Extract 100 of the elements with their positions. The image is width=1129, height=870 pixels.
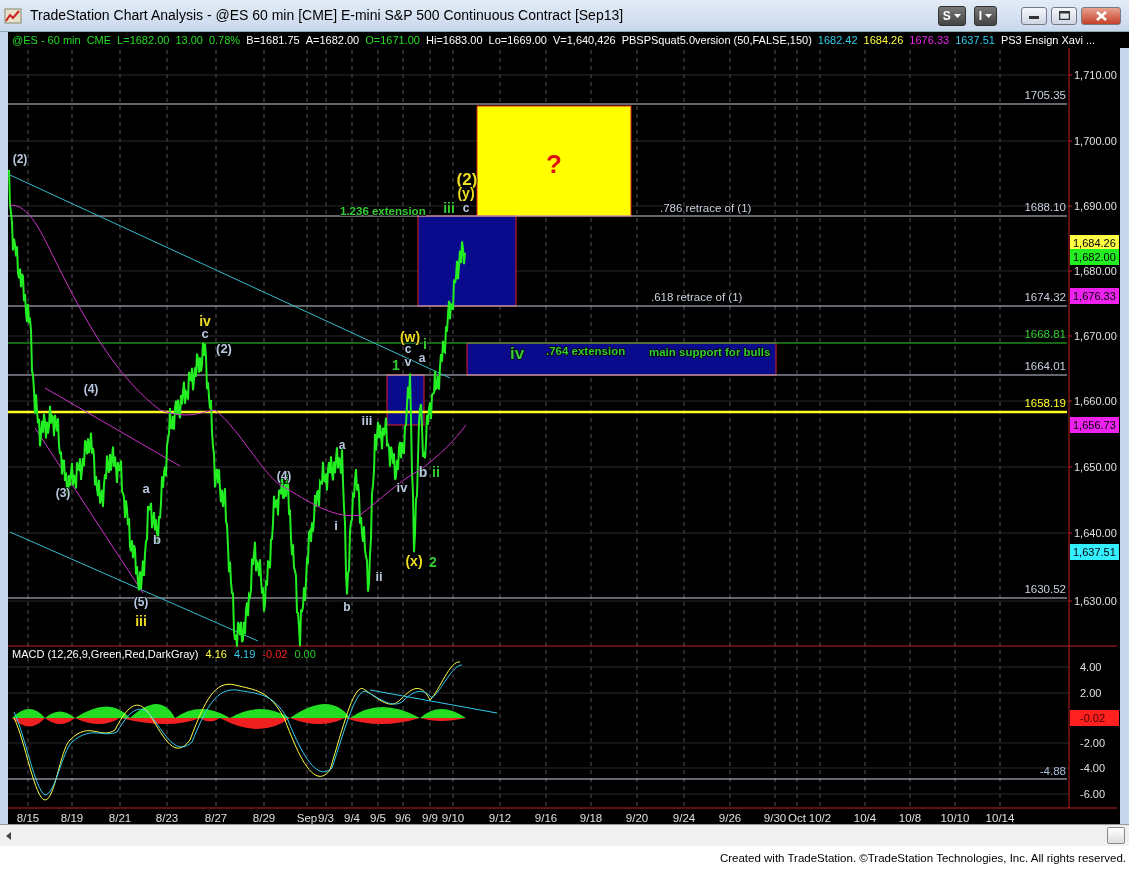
minimize-button[interactable] bbox=[1021, 6, 1047, 25]
date-axis-label: 9/10 bbox=[441, 812, 465, 824]
close-button[interactable] bbox=[1081, 6, 1121, 25]
legend-value: O=1671.00 bbox=[365, 33, 420, 48]
date-axis-label: 9/9 bbox=[422, 812, 438, 824]
macd-tag bbox=[1070, 710, 1119, 726]
wave-label: c bbox=[201, 326, 209, 341]
legend-value: @ES - 60 min bbox=[12, 33, 81, 48]
price-tag-label: 1,682.00 bbox=[1073, 251, 1116, 263]
price-axis-label: 1,630.00 bbox=[1074, 595, 1117, 607]
date-axis-label: 9/5 bbox=[370, 812, 386, 824]
date-axis-label: 9/3 bbox=[318, 812, 334, 824]
date-axis-label: 8/27 bbox=[204, 812, 228, 824]
legend-value: PBSPSquat5.0version (50,FALSE,150) bbox=[621, 33, 812, 48]
wave-label: a bbox=[142, 481, 150, 496]
wave-label: 2 bbox=[429, 554, 437, 570]
wave-label: iii bbox=[443, 200, 455, 216]
date-axis-label: 9/26 bbox=[718, 812, 742, 824]
wave-label: (5) bbox=[133, 595, 149, 609]
macd-tag-label: -0.02 bbox=[1080, 712, 1106, 724]
indicator-value: 0.00 bbox=[294, 648, 316, 660]
date-axis-label: 10/4 bbox=[853, 812, 877, 824]
legend-value: B=1681.75 bbox=[246, 33, 300, 48]
wave-label: c bbox=[462, 201, 470, 215]
close-icon bbox=[1095, 10, 1107, 21]
price-level-label: 1630.52 bbox=[1024, 583, 1066, 595]
price-axis-label: 1,710.00 bbox=[1074, 69, 1117, 81]
price-level-label: 1658.19 bbox=[1024, 397, 1066, 409]
horizontal-scrollbar[interactable] bbox=[0, 824, 1129, 846]
wave-label: iv bbox=[509, 344, 525, 363]
wave-label: (2) bbox=[216, 341, 232, 356]
date-axis-label: Oct bbox=[788, 812, 806, 824]
indicator-value: -0.02 bbox=[262, 648, 288, 660]
date-axis-label: 8/29 bbox=[252, 812, 276, 824]
menu-dropdown-button[interactable]: I bbox=[973, 5, 997, 26]
price-axis-label: 1,700.00 bbox=[1074, 135, 1117, 147]
caret-icon bbox=[953, 13, 961, 18]
wave-label: b bbox=[153, 532, 161, 547]
maximize-button[interactable] bbox=[1051, 6, 1077, 25]
date-axis-label: 9/6 bbox=[395, 812, 411, 824]
wave-label: iii bbox=[361, 413, 373, 428]
date-axis-label: 9/16 bbox=[534, 812, 558, 824]
wave-label: a bbox=[338, 438, 346, 452]
date-axis-label: 10/8 bbox=[898, 812, 922, 824]
legend-value: A=1682.00 bbox=[305, 33, 360, 48]
legend-value: V=1,640,426 bbox=[552, 33, 616, 48]
legend-value: 1676.33 bbox=[909, 33, 950, 48]
date-axis-label: 9/12 bbox=[488, 812, 512, 824]
price-tag-label: 1,676.33 bbox=[1073, 290, 1116, 302]
macd-axis-label: 2.00 bbox=[1080, 687, 1102, 699]
macd-level-label: -4.88 bbox=[1039, 765, 1066, 777]
price-tag-label: 1,637.51 bbox=[1073, 546, 1116, 558]
price-level-label: 1668.81 bbox=[1024, 328, 1066, 340]
wave-label: a bbox=[418, 351, 426, 365]
legend-value: 13.00 bbox=[175, 33, 203, 48]
price-axis-label: 1,660.00 bbox=[1074, 395, 1117, 407]
indicator-value: 4.19 bbox=[233, 648, 256, 660]
date-axis-label: 10/14 bbox=[985, 812, 1015, 824]
price-level-label: 1674.32 bbox=[1024, 291, 1066, 303]
date-axis-label: 8/21 bbox=[108, 812, 132, 824]
date-axis-label: 10/2 bbox=[808, 812, 832, 824]
price-axis-label: 1,680.00 bbox=[1074, 265, 1117, 277]
date-axis-label: Sep bbox=[296, 812, 318, 824]
legend-value: Hi=1683.00 bbox=[425, 33, 483, 48]
chart-note: .786 retrace of (1) bbox=[660, 202, 752, 214]
date-axis-label: 10/10 bbox=[940, 812, 970, 824]
macd-axis-label: 4.00 bbox=[1080, 661, 1102, 673]
price-axis-label: 1,670.00 bbox=[1074, 330, 1117, 342]
indicator-value: MACD (12,26,9,Green,Red,DarkGray) bbox=[12, 648, 199, 660]
price-axis-label: 1,650.00 bbox=[1074, 461, 1117, 473]
date-axis-label: 9/4 bbox=[344, 812, 360, 824]
date-axis-label: 8/15 bbox=[16, 812, 40, 824]
maximize-icon bbox=[1058, 11, 1070, 20]
chart-note: main support for bulls bbox=[649, 346, 771, 358]
macd-axis-label: -6.00 bbox=[1080, 788, 1106, 800]
wave-label: 1 bbox=[392, 357, 400, 373]
date-axis-label: 9/24 bbox=[672, 812, 696, 824]
copyright-footer: Created with TradeStation. ©TradeStation Technologies, Inc. All rights reserved. bbox=[0, 846, 1129, 870]
wave-label: b bbox=[418, 464, 428, 480]
legend-value: 0.78% bbox=[208, 33, 241, 48]
wave-label: (3) bbox=[55, 486, 71, 500]
wave-label: b bbox=[343, 600, 351, 614]
date-axis-label: 9/18 bbox=[579, 812, 603, 824]
question-mark: ? bbox=[546, 149, 562, 179]
wave-label: i bbox=[334, 518, 338, 533]
left-arrow-icon[interactable] bbox=[4, 830, 14, 841]
price-level-label: 1688.10 bbox=[1024, 201, 1066, 213]
wave-label: (4) bbox=[276, 469, 292, 483]
macd-axis-label: -4.00 bbox=[1080, 762, 1106, 774]
wave-label: (2) bbox=[12, 152, 28, 166]
legend-value: Lo=1669.00 bbox=[488, 33, 547, 48]
chart-note: .618 retrace of (1) bbox=[651, 291, 743, 303]
macd-axis-label: -2.00 bbox=[1080, 737, 1106, 749]
wave-label: iv bbox=[396, 480, 408, 495]
legend-value: 1684.26 bbox=[863, 33, 904, 48]
price-axis-label: 1,690.00 bbox=[1074, 200, 1117, 212]
scrollbar-thumb[interactable] bbox=[1107, 827, 1125, 844]
wave-label: (4) bbox=[83, 382, 99, 396]
legend-value: 1682.42 bbox=[817, 33, 858, 48]
menu-dropdown-button[interactable]: S bbox=[937, 5, 966, 26]
